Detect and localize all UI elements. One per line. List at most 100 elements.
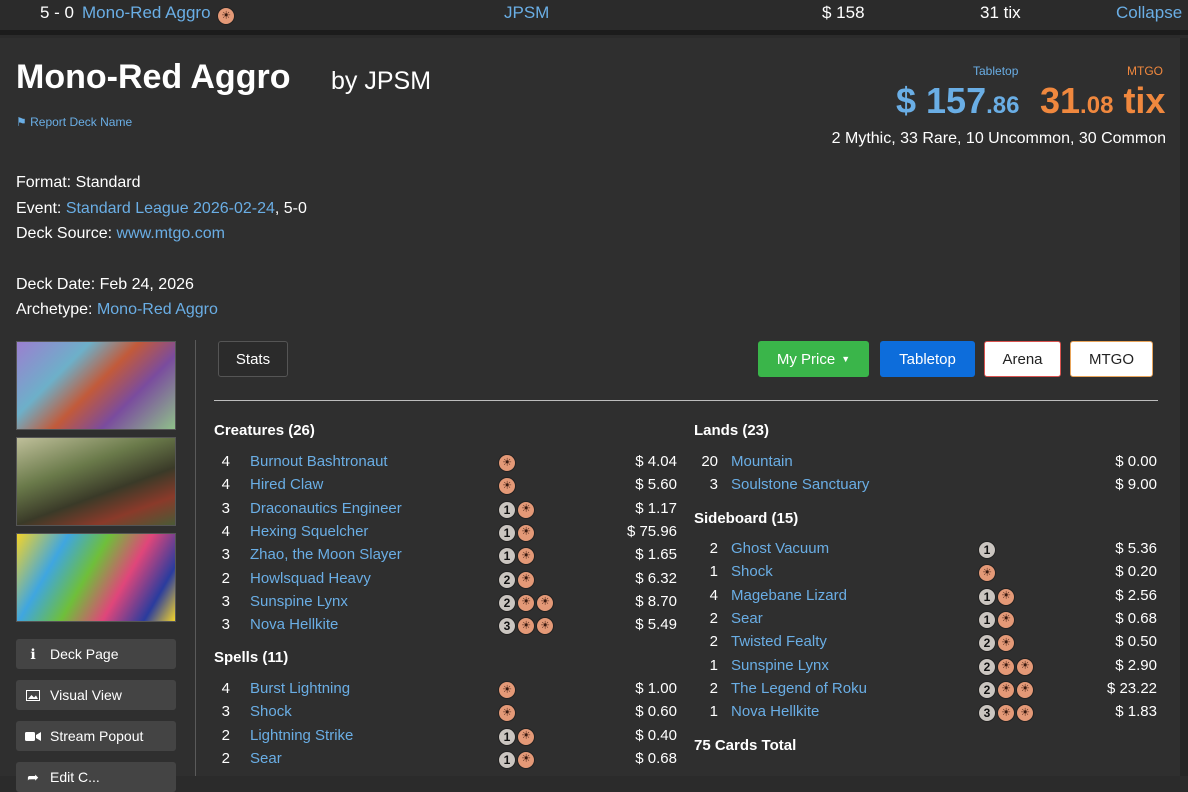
- mana-cost: 2 ☀ ☀: [978, 657, 1034, 676]
- card-row: 4 Burst Lightning ☀ $ 1.00: [214, 680, 679, 702]
- card-quantity: 3: [709, 476, 718, 494]
- card-quantity: 2: [709, 679, 718, 697]
- card-name-link[interactable]: Draconautics Engineer: [250, 500, 402, 517]
- card-quantity: 1: [709, 703, 718, 721]
- deck-page-button[interactable]: ℹ Deck Page: [16, 639, 176, 669]
- archetype-link[interactable]: Mono-Red Aggro: [97, 301, 218, 318]
- card-price: $ 5.36: [1115, 540, 1157, 557]
- mana-cost: ☀: [978, 564, 996, 583]
- card-name-link[interactable]: Burnout Bashtronaut: [250, 453, 388, 470]
- red-mana-icon: ☀: [517, 570, 535, 589]
- card-price: $ 75.96: [626, 522, 677, 540]
- card-row: 1 Sunspine Lynx 2 ☀ ☀ $ 2.90: [694, 657, 1159, 679]
- event-label: Event:: [16, 200, 62, 217]
- generic-mana-icon: 2: [978, 680, 996, 699]
- mtgo-price-main: 31: [1040, 80, 1081, 121]
- generic-mana-icon: 1: [498, 500, 516, 519]
- mana-cost: ☀: [498, 454, 516, 472]
- report-deck-name-link[interactable]: ⚑ Report Deck Name: [16, 115, 132, 129]
- card-quantity: 2: [709, 609, 718, 627]
- card-name-link[interactable]: Shock: [731, 563, 773, 580]
- red-mana-icon: ☀: [498, 681, 516, 699]
- share-icon: ➦: [27, 768, 39, 785]
- red-mana-icon: ☀: [498, 454, 516, 472]
- scrollbar[interactable]: [1180, 38, 1188, 776]
- card-name-link[interactable]: Nova Hellkite: [250, 616, 338, 633]
- tabletop-price-main: $ 157: [896, 80, 987, 121]
- mtgo-price-label: MTGO: [1127, 64, 1163, 78]
- report-label: Report Deck Name: [30, 115, 133, 129]
- card-price: $ 1.00: [635, 680, 677, 697]
- card-name-link[interactable]: Howlsquad Heavy: [250, 570, 371, 587]
- card-name-link[interactable]: Nova Hellkite: [731, 703, 819, 720]
- visual-view-button[interactable]: Visual View: [16, 680, 176, 710]
- red-mana-icon: ☀: [997, 610, 1015, 629]
- card-name-link[interactable]: Twisted Fealty: [731, 633, 827, 650]
- card-name-link[interactable]: Shock: [250, 703, 292, 720]
- card-quantity: 4: [221, 453, 230, 470]
- card-name-link[interactable]: Zhao, the Moon Slayer: [250, 546, 402, 563]
- deck-name-link[interactable]: Mono-Red Aggro: [82, 3, 211, 23]
- card-row: 2 Sear 1 ☀ $ 0.68: [214, 750, 679, 772]
- card-row: 1 Shock ☀ $ 0.20: [694, 563, 1159, 585]
- lands-section-title: Lands (23): [694, 422, 770, 439]
- tabletop-price-label: Tabletop: [973, 64, 1019, 78]
- card-row: 3 Zhao, the Moon Slayer 1 ☀ $ 1.65: [214, 546, 679, 568]
- card-quantity: 3: [221, 546, 230, 564]
- video-camera-icon: [24, 731, 42, 742]
- stats-button[interactable]: Stats: [218, 341, 288, 377]
- card-price: $ 23.22: [1106, 679, 1157, 697]
- card-name-link[interactable]: Burst Lightning: [250, 680, 350, 697]
- stream-popout-button[interactable]: Stream Popout: [16, 721, 176, 751]
- red-mana-icon: ☀: [978, 564, 996, 583]
- card-name-link[interactable]: Sunspine Lynx: [250, 593, 348, 610]
- card-row: 4 Magebane Lizard 1 ☀ $ 2.56: [694, 587, 1159, 609]
- source-link[interactable]: www.mtgo.com: [117, 225, 225, 242]
- mana-cost: 1 ☀: [498, 523, 535, 542]
- card-quantity: 1: [709, 563, 718, 581]
- stream-popout-label: Stream Popout: [50, 728, 144, 744]
- tabletop-price: $ 157.86: [896, 80, 1019, 122]
- cards-total: 75 Cards Total: [694, 737, 797, 754]
- mtgo-button[interactable]: MTGO: [1070, 341, 1153, 377]
- card-name-link[interactable]: The Legend of Roku: [731, 680, 867, 697]
- archetype-line: Archetype: Mono-Red Aggro: [16, 301, 218, 319]
- card-name-link[interactable]: Hired Claw: [250, 476, 323, 493]
- card-row: 20 Mountain $ 0.00: [694, 453, 1159, 475]
- collapse-link[interactable]: Collapse: [1116, 3, 1182, 23]
- card-row: 2 Howlsquad Heavy 2 ☀ $ 6.32: [214, 570, 679, 592]
- card-art-thumbnail[interactable]: [16, 533, 176, 622]
- deck-tix: 31 tix: [980, 3, 1021, 22]
- card-name-link[interactable]: Soulstone Sanctuary: [731, 476, 869, 493]
- generic-mana-icon: 1: [978, 541, 996, 559]
- card-name-link[interactable]: Lightning Strike: [250, 727, 353, 744]
- format-line: Format: Standard: [16, 174, 141, 192]
- edit-copy-button[interactable]: ➦ Edit C...: [16, 762, 176, 792]
- card-name-link[interactable]: Mountain: [731, 453, 793, 470]
- my-price-label: My Price: [776, 350, 836, 368]
- card-row: 2 The Legend of Roku 2 ☀ ☀ $ 23.22: [694, 680, 1159, 702]
- event-line: Event: Standard League 2026-02-24, 5-0: [16, 200, 307, 218]
- card-price: $ 0.68: [635, 749, 677, 767]
- card-name-link[interactable]: Ghost Vacuum: [731, 540, 829, 557]
- card-row: 2 Twisted Fealty 2 ☀ $ 0.50: [694, 633, 1159, 655]
- mana-cost: 2 ☀: [498, 570, 535, 589]
- red-mana-icon: ☀: [997, 680, 1015, 699]
- event-link[interactable]: Standard League 2026-02-24: [66, 200, 275, 217]
- card-price: $ 0.60: [635, 703, 677, 721]
- arena-button[interactable]: Arena: [984, 341, 1061, 377]
- card-row: 2 Sear 1 ☀ $ 0.68: [694, 610, 1159, 632]
- card-quantity: 4: [221, 680, 230, 697]
- card-name-link[interactable]: Sear: [731, 610, 763, 627]
- card-name-link[interactable]: Hexing Squelcher: [250, 523, 368, 540]
- player-link[interactable]: JPSM: [504, 3, 549, 23]
- my-price-button[interactable]: My Price ▼: [758, 341, 869, 377]
- card-name-link[interactable]: Magebane Lizard: [731, 587, 847, 604]
- card-name-link[interactable]: Sear: [250, 750, 282, 767]
- tabletop-button[interactable]: Tabletop: [880, 341, 975, 377]
- red-mana-icon: ☀: [517, 500, 535, 519]
- card-art-thumbnail[interactable]: [16, 437, 176, 526]
- card-name-link[interactable]: Sunspine Lynx: [731, 657, 829, 674]
- generic-mana-icon: 2: [978, 657, 996, 676]
- card-art-thumbnail[interactable]: [16, 341, 176, 430]
